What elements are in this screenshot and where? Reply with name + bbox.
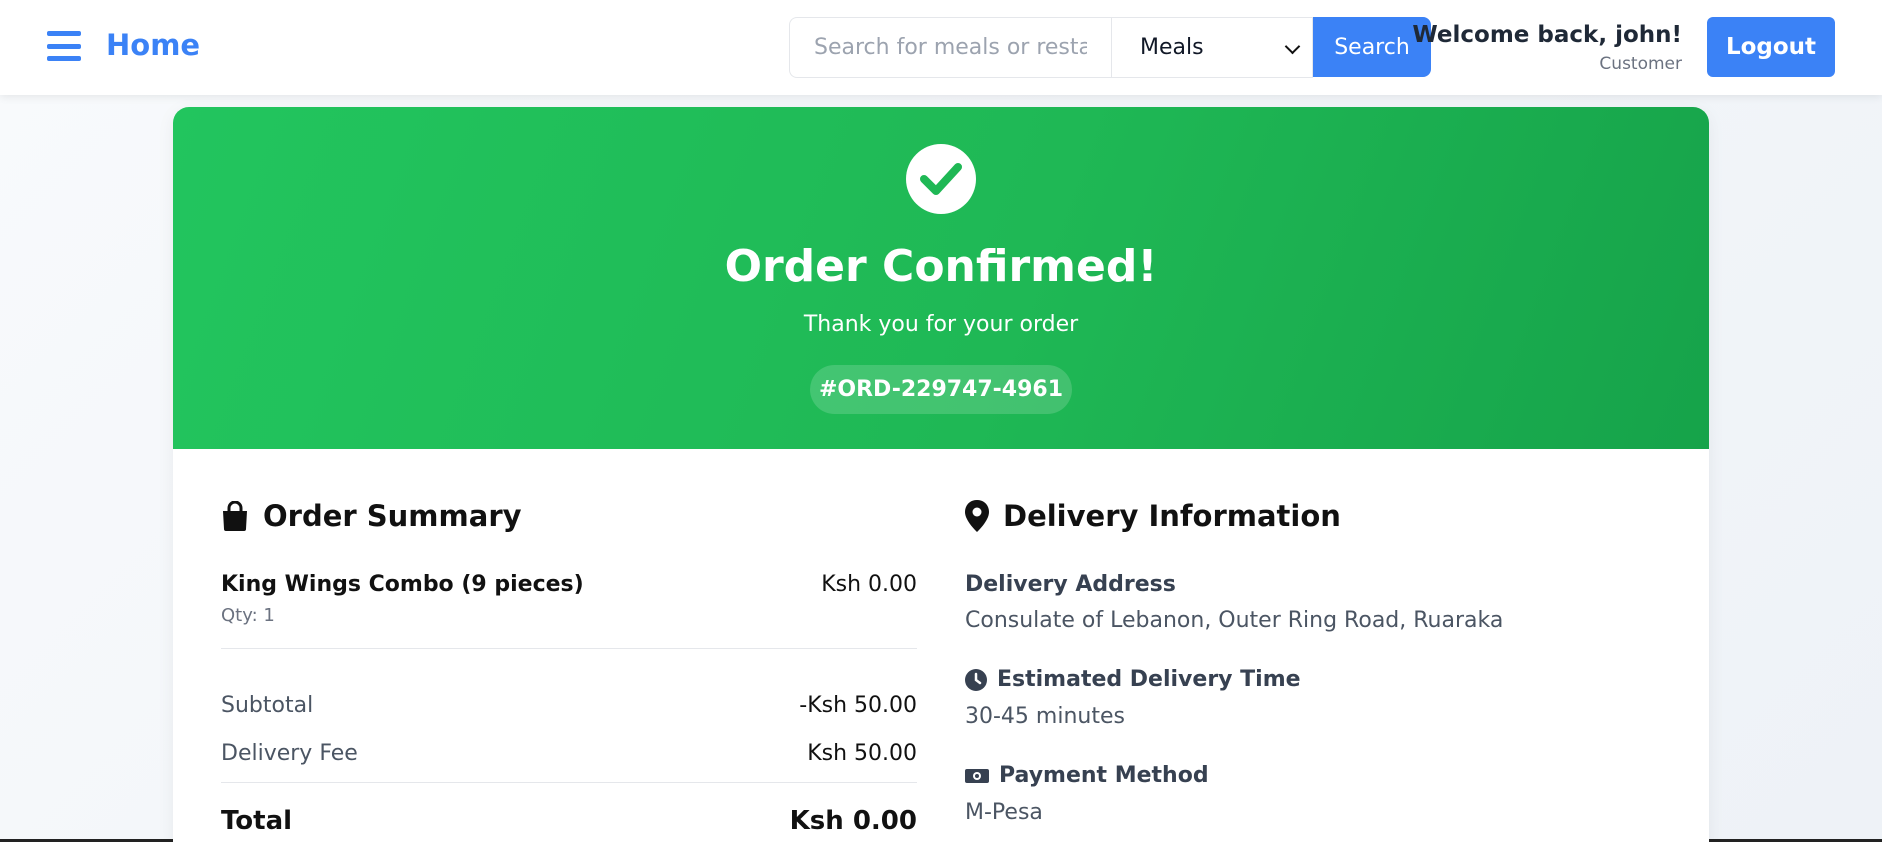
home-link[interactable]: Home: [106, 28, 200, 62]
chevron-down-icon: [1284, 38, 1301, 55]
delivery-address-label: Delivery Address: [965, 572, 1176, 597]
delivery-time-label-text: Estimated Delivery Time: [997, 667, 1301, 692]
delivery-info-title: Delivery Information: [1003, 499, 1341, 533]
order-item-name: King Wings Combo (9 pieces): [221, 572, 584, 597]
user-greeting: Welcome back, john! Customer: [1412, 22, 1682, 74]
payment-method-value: M-Pesa: [965, 800, 1043, 825]
order-summary-heading: Order Summary: [221, 499, 522, 533]
confirmation-subtitle: Thank you for your order: [803, 312, 1079, 337]
menu-icon[interactable]: [47, 31, 81, 61]
order-summary-title: Order Summary: [263, 499, 522, 533]
order-item-price: Ksh 0.00: [821, 572, 917, 597]
search-input[interactable]: [789, 17, 1111, 78]
delivery-time-value: 30-45 minutes: [965, 704, 1125, 729]
clock-icon: [965, 668, 987, 691]
delivery-fee-label: Delivery Fee: [221, 741, 358, 766]
shopping-bag-icon: [223, 501, 247, 531]
check-icon: [906, 144, 976, 214]
divider: [221, 648, 917, 649]
subtotal-value: -Ksh 50.00: [799, 693, 917, 718]
delivery-info-heading: Delivery Information: [965, 499, 1341, 533]
logout-button[interactable]: Logout: [1707, 17, 1835, 77]
welcome-text: Welcome back, john!: [1412, 22, 1682, 48]
search-bar: Meals Search: [789, 17, 1431, 78]
delivery-address-value: Consulate of Lebanon, Outer Ring Road, R…: [965, 608, 1504, 633]
subtotal-label: Subtotal: [221, 693, 314, 718]
payment-method-label-text: Payment Method: [999, 763, 1209, 788]
order-details: Order Summary King Wings Combo (9 pieces…: [173, 449, 1709, 842]
payment-method-label: Payment Method: [965, 763, 1209, 788]
money-icon: [965, 768, 989, 783]
confirmation-title: Order Confirmed!: [724, 241, 1158, 292]
category-select[interactable]: Meals: [1111, 17, 1313, 78]
user-role: Customer: [1599, 54, 1682, 74]
delivery-fee-value: Ksh 50.00: [807, 741, 917, 766]
delivery-address-label-text: Delivery Address: [965, 572, 1176, 597]
order-item-qty: Qty: 1: [221, 605, 275, 626]
delivery-time-label: Estimated Delivery Time: [965, 667, 1301, 692]
map-pin-icon: [965, 500, 989, 532]
order-confirmation-card: Order Confirmed! Thank you for your orde…: [173, 107, 1709, 842]
category-selected-value: Meals: [1140, 35, 1204, 60]
order-number-badge: #ORD-229747-4961: [810, 365, 1072, 414]
top-navbar: Home Meals Search Welcome back, john! Cu…: [0, 0, 1882, 95]
total-value: Ksh 0.00: [789, 806, 917, 836]
confirmation-banner: Order Confirmed! Thank you for your orde…: [173, 107, 1709, 449]
divider: [221, 782, 917, 783]
total-label: Total: [221, 806, 293, 836]
